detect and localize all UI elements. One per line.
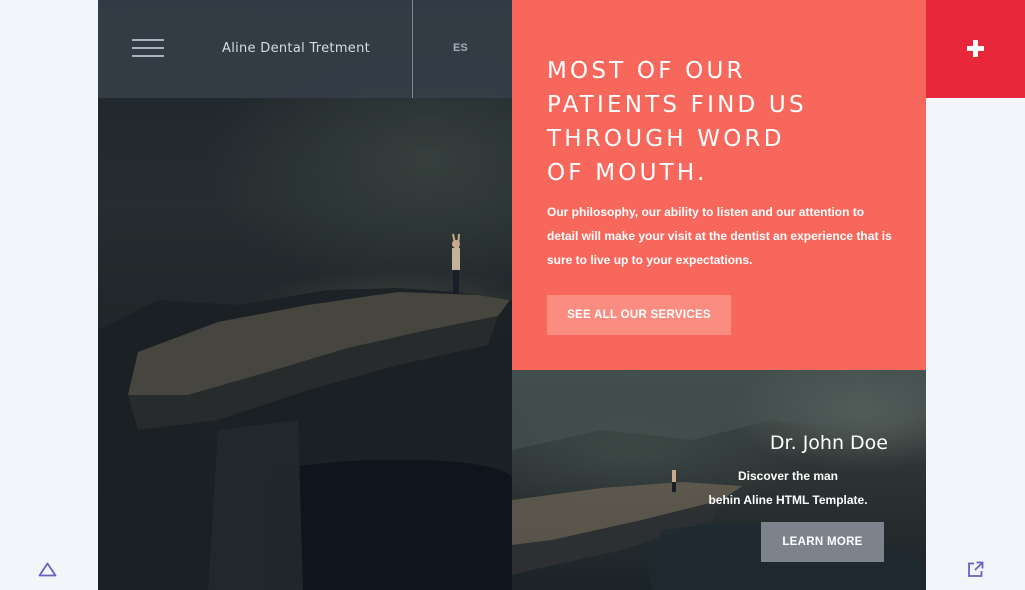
doctor-description-line-2: behin Aline HTML Template.	[708, 493, 868, 507]
doctor-description-line-1: Discover the man	[737, 469, 839, 483]
learn-more-button[interactable]: LEARN MORE	[761, 522, 884, 562]
language-switch[interactable]: ES	[453, 42, 468, 54]
triangle-up-icon[interactable]	[38, 562, 57, 577]
plus-icon	[967, 40, 984, 57]
left-margin	[0, 0, 98, 590]
hero-headline: MOST OF OUR PATIENTS FIND US THROUGH WOR…	[547, 54, 887, 190]
headline-line-3: THROUGH WORD	[547, 126, 785, 152]
navbar-divider	[412, 0, 413, 98]
doctor-card: Dr. John Doe Discover the man behin Alin…	[512, 370, 926, 590]
doctor-name: Dr. John Doe	[769, 432, 888, 454]
plus-button[interactable]	[926, 0, 1025, 98]
hamburger-menu-icon[interactable]	[132, 38, 164, 58]
see-all-services-button[interactable]: SEE ALL OUR SERVICES	[547, 295, 731, 335]
brand-title[interactable]: Aline Dental Tretment	[222, 41, 370, 56]
doctor-description: Discover the man behin Aline HTML Templa…	[668, 464, 908, 512]
yoga-figure	[452, 233, 460, 294]
headline-line-2: PATIENTS FIND US	[547, 92, 807, 118]
hero-panel: MOST OF OUR PATIENTS FIND US THROUGH WOR…	[512, 0, 926, 370]
top-navbar: Aline Dental Tretment ES	[98, 0, 512, 98]
headline-line-4: OF MOUTH.	[547, 160, 708, 186]
hero-intro-text: Our philosophy, our ability to listen an…	[547, 205, 892, 267]
external-link-icon[interactable]	[967, 561, 984, 578]
headline-line-1: MOST OF OUR	[547, 58, 746, 84]
